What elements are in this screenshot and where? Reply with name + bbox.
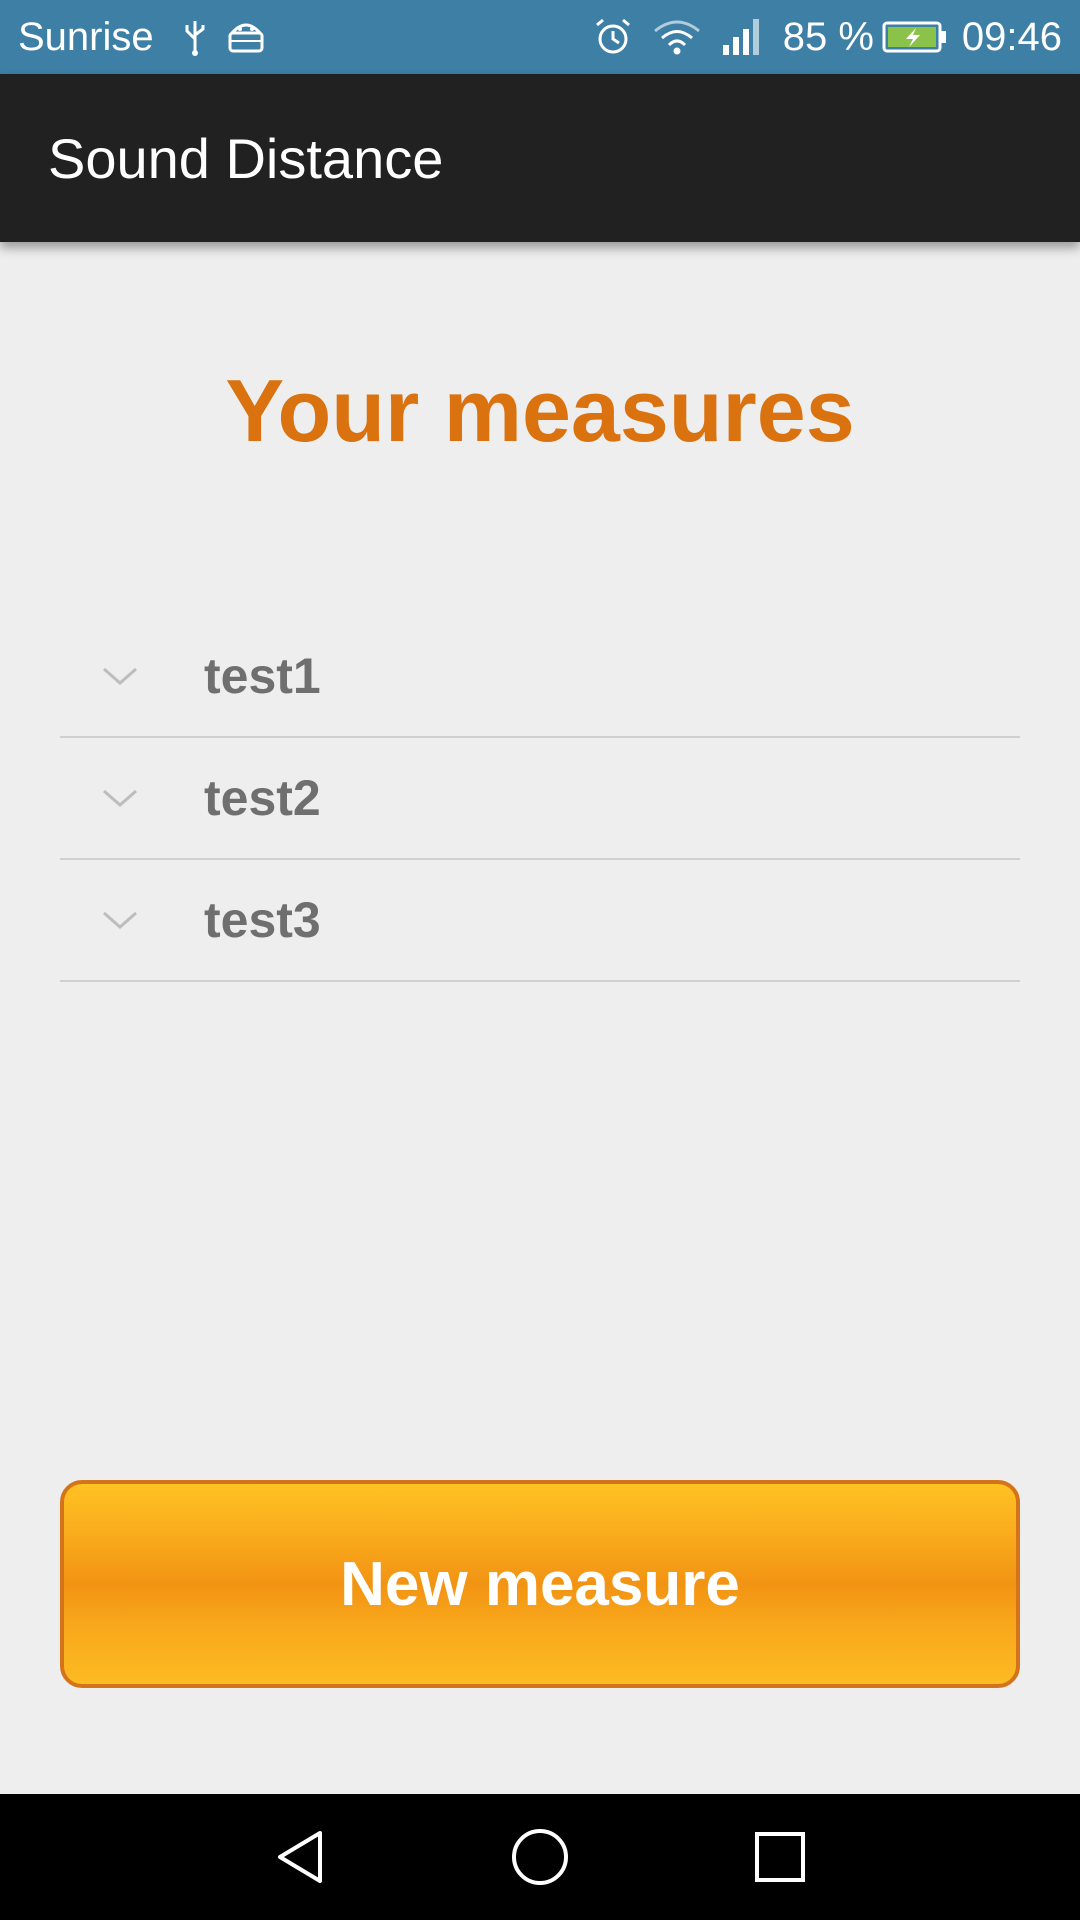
list-item[interactable]: test2 <box>60 738 1020 860</box>
android-debug-icon <box>226 19 266 55</box>
recents-icon[interactable] <box>720 1807 840 1907</box>
list-item[interactable]: test1 <box>60 616 1020 738</box>
usb-icon <box>182 17 208 57</box>
list-item-label: test3 <box>204 892 321 948</box>
chevron-down-icon[interactable] <box>80 908 160 932</box>
wifi-icon <box>651 17 703 57</box>
app-title: Sound Distance <box>48 126 444 190</box>
battery-charging-icon <box>882 20 948 54</box>
chevron-down-icon[interactable] <box>80 786 160 810</box>
measures-list: test1 test2 test3 <box>60 616 1020 982</box>
list-item[interactable]: test3 <box>60 860 1020 982</box>
new-measure-button[interactable]: New measure <box>60 1480 1020 1688</box>
alarm-icon <box>593 17 633 57</box>
back-icon[interactable] <box>240 1807 360 1907</box>
battery-percent: 85 % <box>782 14 874 59</box>
page-heading: Your measures <box>225 361 855 460</box>
signal-icon <box>721 17 765 57</box>
list-item-label: test1 <box>204 648 321 704</box>
clock: 09:46 <box>961 14 1062 59</box>
app-bar: Sound Distance <box>0 74 1080 242</box>
navigation-bar <box>0 1794 1080 1920</box>
list-item-label: test2 <box>204 770 321 826</box>
home-icon[interactable] <box>480 1807 600 1907</box>
screen: Sunrise 85 % 09:46 Sound Distance Your m… <box>0 0 1080 1920</box>
carrier-name: Sunrise <box>18 14 154 59</box>
status-bar: Sunrise 85 % 09:46 <box>0 0 1080 74</box>
status-right: 85 % 09:46 <box>575 15 1062 60</box>
chevron-down-icon[interactable] <box>80 664 160 688</box>
status-left: Sunrise <box>18 15 266 60</box>
